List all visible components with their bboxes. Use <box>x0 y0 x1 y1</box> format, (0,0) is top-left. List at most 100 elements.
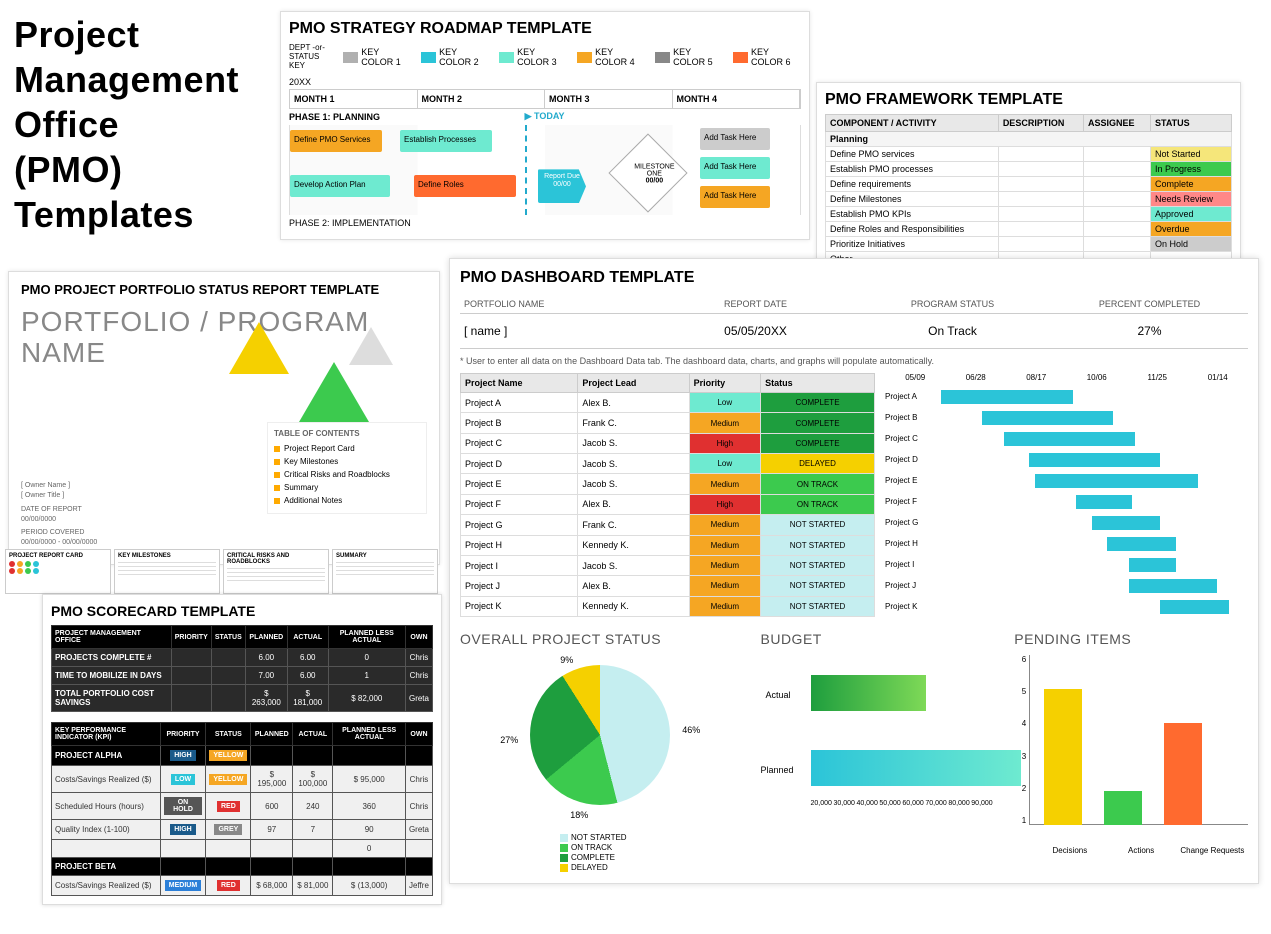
dash-header-cell: PROGRAM STATUS <box>854 295 1051 313</box>
toc: TABLE OF CONTENTS Project Report CardKey… <box>267 422 427 514</box>
toc-item: Additional Notes <box>274 494 420 507</box>
table-row: Project EJacob S.MediumON TRACK <box>461 474 875 494</box>
table-row: PROJECTS COMPLETE #6.006.000Chris <box>52 649 433 667</box>
col-header: STATUS <box>1151 115 1232 132</box>
scorecard-title: PMO SCORECARD TEMPLATE <box>51 603 433 619</box>
gantt-bar: Develop Action Plan <box>290 175 390 197</box>
table-row: Define Roles and ResponsibilitiesOverdue <box>826 222 1232 237</box>
thumbnail: KEY MILESTONES <box>114 549 220 594</box>
pending-chart: PENDING ITEMS 654321 DecisionsActionsCha… <box>1014 631 1248 873</box>
dash-value-cell: 05/05/20XX <box>657 314 854 348</box>
dash-value-cell: On Track <box>854 314 1051 348</box>
blank-row: 0 <box>52 840 433 858</box>
legend-item: DELAYED <box>560 863 741 872</box>
col-header: DESCRIPTION <box>998 115 1083 132</box>
table-row: Costs/Savings Realized ($)LOWYELLOW$ 195… <box>52 766 433 793</box>
roadmap-title: PMO STRATEGY ROADMAP TEMPLATE <box>289 20 801 38</box>
dash-header-cell: PORTFOLIO NAME <box>460 295 657 313</box>
toc-title: TABLE OF CONTENTS <box>274 429 420 438</box>
gantt-row: Project B <box>885 407 1248 428</box>
today-line <box>525 125 527 215</box>
gantt-bar: Define PMO Services <box>290 130 382 152</box>
table-row: Project IJacob S.MediumNOT STARTED <box>461 555 875 575</box>
gantt-chart: 05/0906/2808/1710/0611/2501/14 Project A… <box>885 373 1248 617</box>
table-row: Project DJacob S.LowDELAYED <box>461 454 875 474</box>
table-row: Project HKennedy K.MediumNOT STARTED <box>461 535 875 555</box>
table-row: Quality Index (1-100)HIGHGREY97790Greta <box>52 820 433 840</box>
scorecard-table-2: KEY PERFORMANCE INDICATOR (KPI)PRIORITYS… <box>51 722 433 896</box>
framework-title: PMO FRAMEWORK TEMPLATE <box>825 91 1232 109</box>
chart-title: OVERALL PROJECT STATUS <box>460 631 741 647</box>
toc-item: Critical Risks and Roadblocks <box>274 468 420 481</box>
table-row: Scheduled Hours (hours)ON HOLDRED6002403… <box>52 793 433 820</box>
key-item: KEY COLOR 5 <box>655 47 723 67</box>
table-row: Establish PMO KPIsApproved <box>826 207 1232 222</box>
toc-item: Key Milestones <box>274 455 420 468</box>
scorecard-table-1: PROJECT MANAGEMENT OFFICEPRIORITYSTATUSP… <box>51 625 433 712</box>
framework-card: PMO FRAMEWORK TEMPLATE COMPONENT / ACTIV… <box>816 82 1241 272</box>
dash-value-cell: [ name ] <box>460 314 657 348</box>
section-row: PROJECT ALPHAHIGHYELLOW <box>52 746 433 766</box>
dashboard-title: PMO DASHBOARD TEMPLATE <box>460 269 1248 287</box>
section-row: PROJECT BETA <box>52 858 433 876</box>
table-row: Project GFrank C.MediumNOT STARTED <box>461 515 875 535</box>
table-row: Project FAlex B.HighON TRACK <box>461 494 875 514</box>
table-row: Define requirementsComplete <box>826 177 1232 192</box>
owner-block: [ Owner Name ] [ Owner Title ] DATE OF R… <box>21 481 97 548</box>
gantt-row: Project G <box>885 512 1248 533</box>
project-table: Project NameProject LeadPriorityStatus P… <box>460 373 875 617</box>
key-item: KEY COLOR 4 <box>577 47 645 67</box>
table-row: Project AAlex B.LowCOMPLETE <box>461 393 875 413</box>
add-task-button[interactable]: Add Task Here <box>700 157 770 179</box>
legend-item: ON TRACK <box>560 843 741 852</box>
gantt-row: Project J <box>885 575 1248 596</box>
table-row: TIME TO MOBILIZE IN DAYS7.006.001Chris <box>52 667 433 685</box>
add-task-button[interactable]: Add Task Here <box>700 128 770 150</box>
dash-value-cell: 27% <box>1051 314 1248 348</box>
table-row: TOTAL PORTFOLIO COST SAVINGS$ 263,000$ 1… <box>52 685 433 712</box>
gantt-row: Project K <box>885 596 1248 617</box>
dash-header-cell: PERCENT COMPLETED <box>1051 295 1248 313</box>
gantt-row: Project D <box>885 449 1248 470</box>
col-header: ASSIGNEE <box>1083 115 1150 132</box>
thumbnail: PROJECT REPORT CARD <box>5 549 111 594</box>
gantt-row: Project C <box>885 428 1248 449</box>
gantt-row: Project F <box>885 491 1248 512</box>
year-label: 20XX <box>289 75 801 89</box>
toc-item: Project Report Card <box>274 442 420 455</box>
section-row: Planning <box>826 132 1232 147</box>
gantt-row: Project H <box>885 533 1248 554</box>
add-task-button[interactable]: Add Task Here <box>700 186 770 208</box>
today-marker-label: ▶ TODAY <box>525 111 565 122</box>
roadmap-gantt: ▶ TODAY Define PMO ServicesEstablish Pro… <box>289 125 801 215</box>
thumbnail: SUMMARY <box>332 549 438 594</box>
month-header: MONTH 3 <box>545 90 673 108</box>
framework-table: COMPONENT / ACTIVITYDESCRIPTIONASSIGNEES… <box>825 114 1232 267</box>
report-due-marker: Report Due 00/00 <box>538 169 586 203</box>
dashboard-note: * User to enter all data on the Dashboar… <box>460 349 1248 373</box>
table-row: Project BFrank C.MediumCOMPLETE <box>461 413 875 433</box>
thumbnail: CRITICAL RISKS AND ROADBLOCKS <box>223 549 329 594</box>
table-row: Project KKennedy K.MediumNOT STARTED <box>461 596 875 616</box>
table-row: Project JAlex B.MediumNOT STARTED <box>461 576 875 596</box>
milestone-marker: MILESTONE ONE00/00 <box>608 134 687 213</box>
legend-item: NOT STARTED <box>560 833 741 842</box>
gantt-bar: Establish Processes <box>400 130 492 152</box>
table-row: Costs/Savings Realized ($)MEDIUMRED$ 68,… <box>52 876 433 896</box>
phase2-label: PHASE 2: IMPLEMENTATION <box>289 215 801 231</box>
pie-chart: OVERALL PROJECT STATUS 46% 18% 27% 9% NO… <box>460 631 741 873</box>
budget-chart: BUDGET Actual Planned 20,00030,00040,000… <box>761 631 995 873</box>
table-row: Define PMO servicesNot Started <box>826 147 1232 162</box>
dashboard-card: PMO DASHBOARD TEMPLATE PORTFOLIO NAMEREP… <box>449 258 1259 884</box>
table-row: Define MilestonesNeeds Review <box>826 192 1232 207</box>
legend-item: COMPLETE <box>560 853 741 862</box>
gantt-row: Project E <box>885 470 1248 491</box>
table-row: Prioritize InitiativesOn Hold <box>826 237 1232 252</box>
page-title: Project Management Office (PMO) Template… <box>14 12 239 237</box>
toc-item: Summary <box>274 481 420 494</box>
thumbnail-row: PROJECT REPORT CARDKEY MILESTONESCRITICA… <box>5 549 438 594</box>
chart-title: PENDING ITEMS <box>1014 631 1248 647</box>
dash-header-cell: REPORT DATE <box>657 295 854 313</box>
scorecard-card: PMO SCORECARD TEMPLATE PROJECT MANAGEMEN… <box>42 594 442 905</box>
gantt-bar: Define Roles <box>414 175 516 197</box>
